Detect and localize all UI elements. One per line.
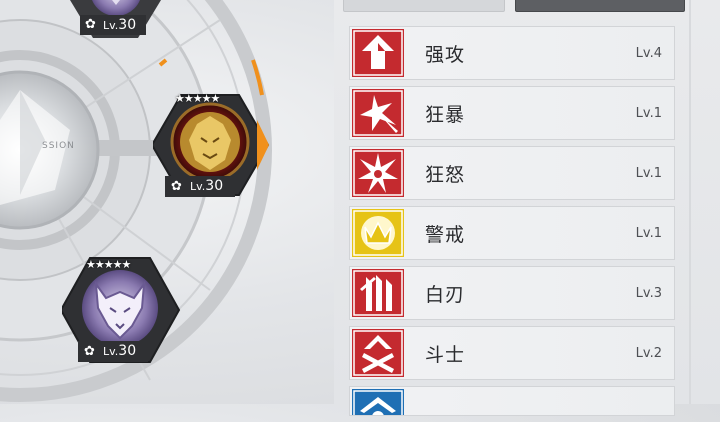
blades-icon — [352, 269, 404, 317]
skill-level: Lv.4 — [635, 46, 662, 61]
gear-flower-icon: ✿ — [85, 17, 96, 32]
skill-name: 狂怒 — [425, 164, 466, 186]
skill-row[interactable]: 狂怒 Lv.1 — [349, 146, 675, 200]
level-prefix: Lv. — [190, 180, 206, 193]
unit-level-badge-lion: ✿ Lv.30 — [165, 176, 235, 197]
skill-name: 斗士 — [425, 344, 466, 366]
scrollbar[interactable] — [689, 0, 691, 404]
skill-name: 狂暴 — [425, 104, 466, 126]
skill-row[interactable]: 警戒 Lv.1 — [349, 206, 675, 260]
level-prefix: Lv. — [103, 345, 119, 358]
arrow-up-icon — [352, 29, 404, 77]
unit-stars-wolf: ★★★★★ — [86, 258, 131, 271]
skill-list: 强攻 Lv.4 狂暴 Lv.1 狂怒 Lv.1 警戒 Lv.1 白刃 Lv.3 … — [349, 26, 675, 422]
fury-star-icon — [352, 149, 404, 197]
gear-flower-icon: ✿ — [171, 179, 182, 194]
level-value: 30 — [118, 17, 137, 33]
star-burst-icon — [352, 89, 404, 137]
level-value: 30 — [205, 178, 224, 194]
skill-row[interactable]: 斗士 Lv.2 — [349, 326, 675, 380]
skill-level: Lv.1 — [635, 166, 662, 181]
tab-left[interactable] — [343, 0, 505, 12]
shield-icon — [352, 389, 404, 415]
skill-row[interactable]: 强攻 Lv.4 — [349, 26, 675, 80]
level-value: 30 — [118, 343, 137, 359]
skill-level: Lv.2 — [635, 346, 662, 361]
crossed-swords-icon — [352, 329, 404, 377]
gear-flower-icon: ✿ — [84, 344, 95, 359]
unit-level-badge-wolf: ✿ Lv.30 — [78, 341, 148, 362]
tab-right[interactable] — [515, 0, 685, 12]
skill-row[interactable] — [349, 386, 675, 416]
skill-name: 警戒 — [425, 224, 466, 246]
level-prefix: Lv. — [103, 19, 119, 32]
unit-level-badge-top: ✿ Lv.30 — [80, 15, 146, 35]
unit-stars-lion: ★★★★★ — [175, 92, 220, 105]
skill-name: 白刃 — [425, 284, 466, 306]
crown-icon — [352, 209, 404, 257]
skill-level: Lv.1 — [635, 226, 662, 241]
skill-row[interactable]: 狂暴 Lv.1 — [349, 86, 675, 140]
skill-name: 强攻 — [425, 44, 466, 66]
skill-level: Lv.3 — [635, 286, 662, 301]
skill-level: Lv.1 — [635, 106, 662, 121]
wheel-center-label: SSION — [42, 141, 75, 151]
skill-row[interactable]: 白刃 Lv.3 — [349, 266, 675, 320]
